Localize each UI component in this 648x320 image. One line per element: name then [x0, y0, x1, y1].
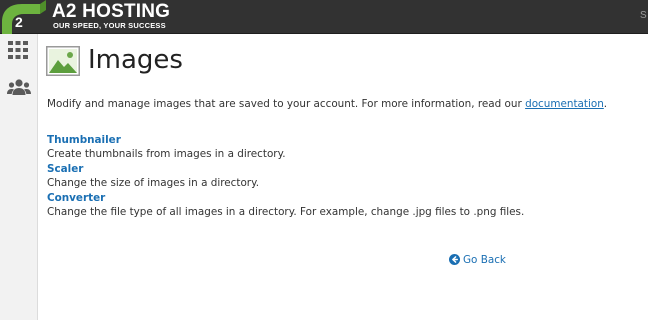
page-description-text: Modify and manage images that are saved … [47, 98, 526, 110]
converter-description: Change the file type of all images in a … [47, 206, 525, 219]
nav-home-button[interactable] [0, 34, 38, 68]
arrow-left-circle-icon [449, 254, 460, 265]
top-header-bar: 2 A2 HOSTING OUR SPEED, YOUR SUCCESS S [0, 0, 648, 34]
brand-name: A2 HOSTING [52, 1, 171, 22]
users-icon [7, 79, 31, 95]
header-search-hint[interactable]: S [640, 10, 647, 22]
a2-logo-icon: 2 [2, 0, 46, 34]
page-description: Modify and manage images that are saved … [47, 97, 607, 111]
page-description-suffix: . [603, 98, 608, 110]
converter-link[interactable]: Converter [47, 191, 607, 205]
grid-apps-icon [8, 41, 28, 59]
brand-tagline: OUR SPEED, YOUR SUCCESS [53, 21, 166, 30]
page-header: Images [46, 45, 446, 80]
go-back-label: Go Back [463, 254, 506, 266]
documentation-link[interactable]: documentation [525, 98, 604, 110]
brand-logo-link[interactable]: 2 A2 HOSTING OUR SPEED, YOUR SUCCESS [0, 0, 170, 34]
images-icon [46, 46, 80, 76]
tools-list: Thumbnailer Create thumbnails from image… [47, 133, 607, 219]
main-content: Images Modify and manage images that are… [38, 34, 648, 320]
side-navigation [0, 34, 38, 320]
scaler-description: Change the size of images in a directory… [47, 177, 260, 190]
thumbnailer-link[interactable]: Thumbnailer [47, 133, 607, 147]
thumbnailer-description: Create thumbnails from images in a direc… [47, 148, 286, 161]
svg-text:2: 2 [15, 14, 23, 30]
nav-users-button[interactable] [0, 72, 38, 106]
page-title: Images [88, 45, 183, 75]
scaler-link[interactable]: Scaler [47, 162, 607, 176]
